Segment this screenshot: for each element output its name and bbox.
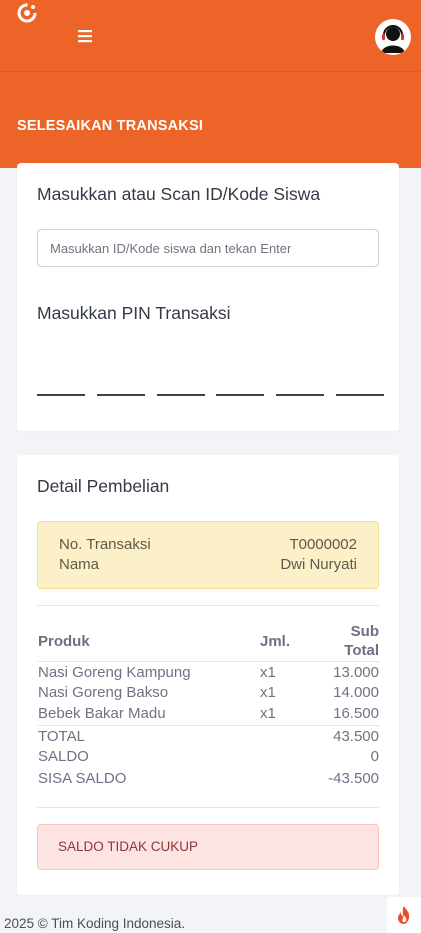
item-subtotal: 14.000	[333, 684, 379, 701]
detail-card: Detail Pembelian No. Transaksi T0000002 …	[17, 455, 399, 895]
summary-value: -43.500	[328, 770, 379, 787]
col-product: Produk	[38, 633, 90, 650]
insufficient-balance-alert: SALDO TIDAK CUKUP	[37, 824, 379, 870]
trx-number-label: No. Transaksi	[59, 536, 151, 553]
student-id-input[interactable]	[37, 229, 379, 267]
trx-number-row: No. Transaksi T0000002	[59, 536, 357, 556]
summary-label: SISA SALDO	[38, 770, 127, 787]
table-row: Nasi Goreng Kampung x1 13.000	[38, 661, 379, 682]
pin-digit-6[interactable]	[336, 394, 384, 396]
trx-name-row: Nama Dwi Nuryati	[59, 556, 357, 576]
summary-row-remaining: SISA SALDO -43.500	[38, 768, 379, 789]
table-row: Nasi Goreng Bakso x1 14.000	[38, 682, 379, 703]
col-qty: Jml.	[260, 633, 291, 650]
trx-name-label: Nama	[59, 556, 100, 573]
divider	[37, 605, 379, 606]
pin-digit-5[interactable]	[276, 394, 324, 396]
user-headset-avatar-icon[interactable]	[375, 19, 411, 55]
trx-number-value: T0000002	[289, 536, 357, 553]
item-subtotal: 13.000	[333, 664, 379, 681]
pin-input-group	[37, 394, 384, 398]
item-qty: x1	[260, 705, 276, 722]
item-qty: x1	[260, 684, 276, 701]
flame-icon[interactable]	[387, 897, 421, 933]
purchase-table: Produk Jml. Sub Total Nasi Goreng Kampun…	[38, 623, 379, 787]
pin-digit-2[interactable]	[97, 394, 145, 396]
item-qty: x1	[260, 664, 276, 681]
footer-copyright: 2025 © Tim Koding Indonesia.	[4, 916, 186, 931]
hamburger-menu-icon[interactable]	[78, 28, 96, 46]
summary-value: 43.500	[333, 728, 379, 745]
item-subtotal: 16.500	[333, 705, 379, 722]
item-product: Bebek Bakar Madu	[38, 705, 166, 722]
top-bar	[0, 0, 421, 72]
pin-label: Masukkan PIN Transaksi	[37, 303, 231, 323]
app-header: SELESAIKAN TRANSAKSI	[0, 0, 421, 168]
col-subtotal-line1: Sub	[350, 623, 379, 640]
summary-row-saldo: SALDO 0	[38, 746, 379, 767]
pin-digit-4[interactable]	[216, 394, 264, 396]
summary-label: SALDO	[38, 748, 89, 765]
transaction-info-box: No. Transaksi T0000002 Nama Dwi Nuryati	[37, 521, 379, 589]
pin-digit-1[interactable]	[37, 394, 85, 396]
scan-card: Masukkan atau Scan ID/Kode Siswa Masukka…	[17, 163, 399, 431]
swirl-logo-icon[interactable]	[16, 2, 38, 24]
table-row: Bebek Bakar Madu x1 16.500	[38, 703, 379, 724]
page-title: SELESAIKAN TRANSAKSI	[17, 118, 204, 134]
scan-label: Masukkan atau Scan ID/Kode Siswa	[37, 184, 321, 204]
trx-name-value: Dwi Nuryati	[280, 556, 357, 573]
col-subtotal-line2: Total	[344, 642, 379, 659]
detail-title: Detail Pembelian	[37, 476, 170, 496]
footer: 2025 © Tim Koding Indonesia.	[0, 896, 421, 933]
summary-value: 0	[370, 748, 379, 765]
pin-digit-3[interactable]	[157, 394, 205, 396]
table-header: Produk Jml. Sub Total	[38, 623, 379, 661]
item-product: Nasi Goreng Kampung	[38, 664, 191, 681]
item-product: Nasi Goreng Bakso	[38, 684, 169, 701]
summary-row-total: TOTAL 43.500	[38, 725, 379, 746]
summary-label: TOTAL	[38, 728, 85, 745]
divider	[37, 807, 379, 808]
